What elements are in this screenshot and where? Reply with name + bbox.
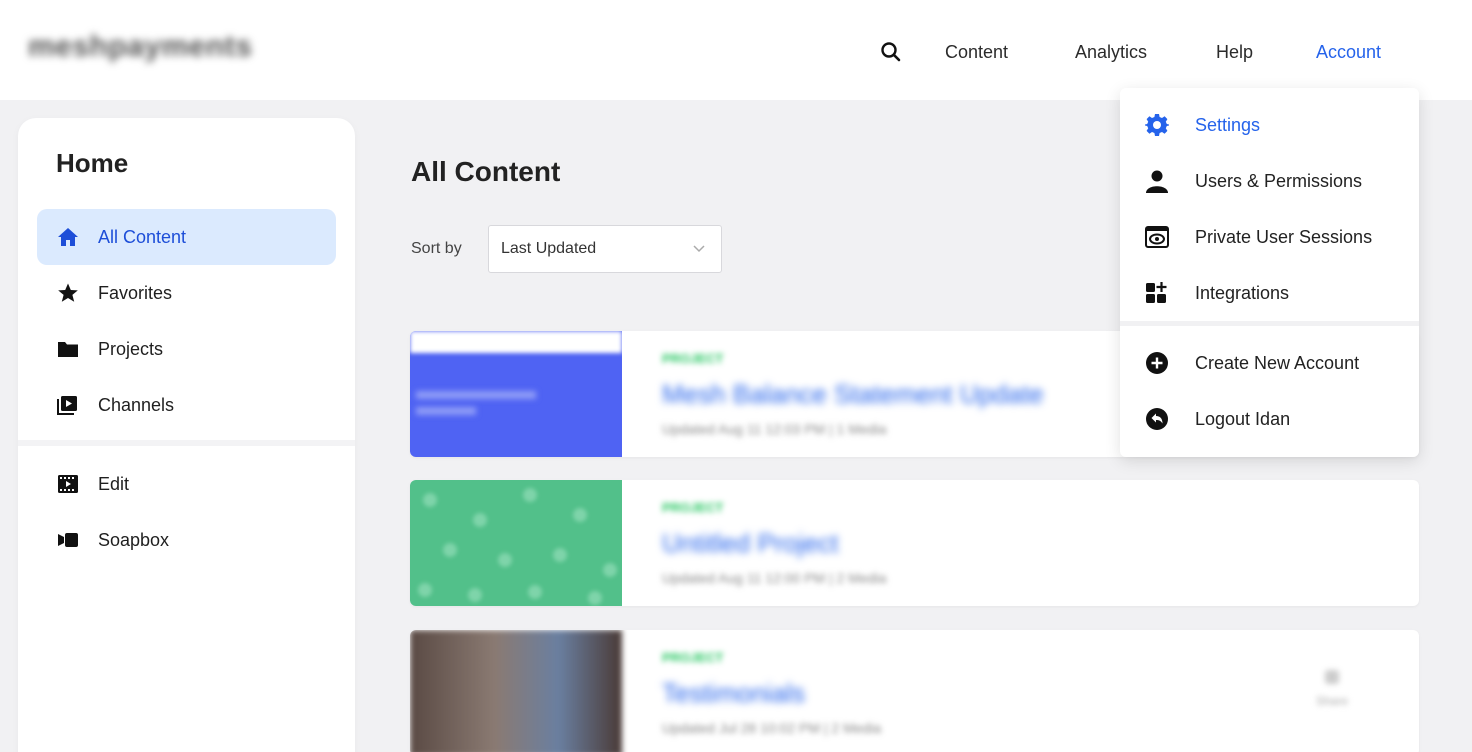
home-icon	[56, 225, 80, 249]
menu-item-label: Settings	[1195, 114, 1261, 135]
sidebar-item-label: Favorites	[98, 282, 173, 303]
sidebar-divider	[18, 440, 355, 446]
plus-circle-icon	[1144, 350, 1170, 376]
sidebar-item-projects[interactable]: Projects	[37, 321, 336, 377]
menu-item-label: Integrations	[1195, 282, 1290, 303]
menu-item-integrations[interactable]: Integrations	[1120, 268, 1419, 318]
sidebar-item-all-content[interactable]: All Content	[37, 209, 336, 265]
share-stat[interactable]: Share	[1315, 670, 1349, 708]
content-meta: Updated Aug 11 12:00 PM | 2 Media	[662, 570, 887, 586]
content-tag: PROJECT	[662, 500, 724, 515]
soapbox-icon	[56, 528, 80, 552]
content-tag: PROJECT	[662, 650, 724, 665]
top-navbar: meshpayments Content Analytics Help Acco…	[0, 0, 1472, 100]
folder-icon	[56, 337, 80, 361]
content-meta: Updated Aug 11 12:03 PM | 1 Media	[662, 421, 887, 437]
chevron-down-icon	[691, 240, 707, 261]
content-card[interactable]: PROJECT Testimonials Updated Jul 28 10:0…	[410, 630, 1419, 752]
account-dropdown-menu: Settings Users & Permissions Private Use…	[1120, 88, 1419, 457]
sidebar: Home All Content Favorites Projects Chan…	[18, 118, 355, 752]
sidebar-item-label: Projects	[98, 338, 164, 359]
gear-icon	[1144, 112, 1170, 138]
sort-select[interactable]: Last Updated	[488, 225, 722, 273]
sidebar-title: Home	[56, 148, 129, 178]
integrations-icon	[1144, 280, 1170, 306]
menu-divider	[1120, 321, 1419, 326]
nav-help[interactable]: Help	[1216, 42, 1253, 63]
share-label: Share	[1315, 694, 1349, 708]
sidebar-item-channels[interactable]: Channels	[37, 377, 336, 433]
menu-item-create-new-account[interactable]: Create New Account	[1120, 338, 1419, 388]
menu-item-label: Users & Permissions	[1195, 170, 1363, 191]
content-title[interactable]: Testimonials	[662, 678, 805, 709]
sidebar-item-label: Edit	[98, 473, 130, 494]
menu-item-label: Create New Account	[1195, 352, 1360, 373]
eye-icon	[1144, 224, 1170, 250]
logout-icon	[1144, 406, 1170, 432]
user-icon	[1144, 168, 1170, 194]
channels-icon	[56, 393, 80, 417]
sort-select-value: Last Updated	[501, 240, 597, 257]
film-icon	[56, 472, 80, 496]
menu-item-label: Logout Idan	[1195, 408, 1291, 429]
nav-content[interactable]: Content	[945, 42, 1008, 63]
menu-item-private-user-sessions[interactable]: Private User Sessions	[1120, 212, 1419, 262]
sort-label: Sort by	[411, 240, 462, 257]
star-icon	[56, 281, 80, 305]
sidebar-item-edit[interactable]: Edit	[37, 456, 336, 512]
menu-item-logout[interactable]: Logout Idan	[1120, 394, 1419, 444]
content-tag: PROJECT	[662, 351, 724, 366]
sidebar-item-label: Channels	[98, 394, 175, 415]
nav-account[interactable]: Account	[1316, 42, 1381, 63]
content-thumbnail	[410, 331, 622, 457]
menu-item-settings[interactable]: Settings	[1120, 100, 1419, 150]
nav-analytics[interactable]: Analytics	[1075, 42, 1147, 63]
sidebar-item-label: Soapbox	[98, 529, 170, 550]
content-thumbnail	[410, 630, 622, 752]
content-thumbnail	[410, 480, 622, 606]
content-card[interactable]: PROJECT Untitled Project Updated Aug 11 …	[410, 480, 1419, 606]
sidebar-item-soapbox[interactable]: Soapbox	[37, 512, 336, 568]
content-meta: Updated Jul 28 10:02 PM | 2 Media	[662, 720, 882, 736]
sidebar-item-label: All Content	[98, 226, 187, 247]
search-icon[interactable]	[880, 41, 902, 63]
menu-item-users-permissions[interactable]: Users & Permissions	[1120, 156, 1419, 206]
page-title: All Content	[411, 156, 561, 187]
content-title[interactable]: Mesh Balance Statement Update	[662, 379, 1044, 410]
main-nav: Content Analytics Help Account	[0, 40, 1472, 66]
menu-item-label: Private User Sessions	[1195, 226, 1373, 247]
sidebar-item-favorites[interactable]: Favorites	[37, 265, 336, 321]
content-title[interactable]: Untitled Project	[662, 528, 838, 559]
